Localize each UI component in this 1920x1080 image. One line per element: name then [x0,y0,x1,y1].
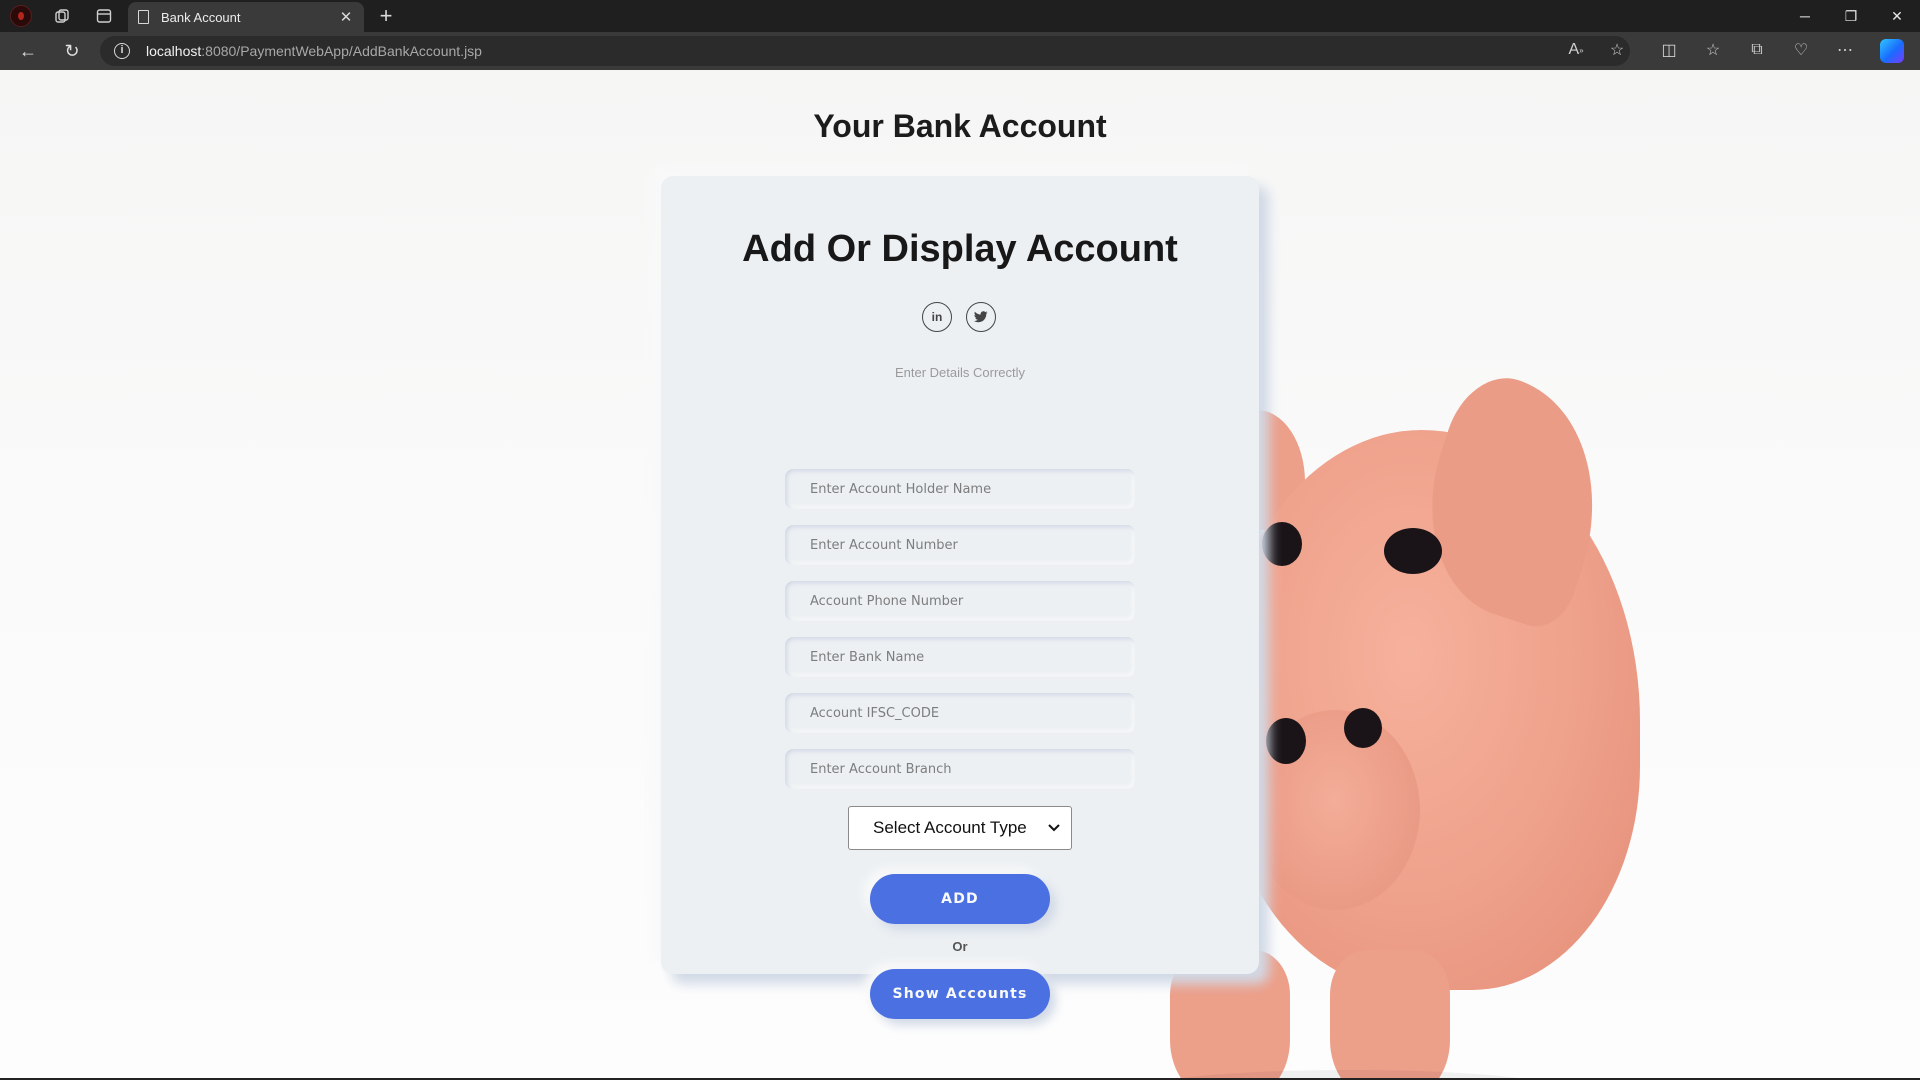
tab-bank-account[interactable]: Bank Account ✕ [128,2,364,32]
page-document-icon [138,10,149,24]
read-aloud-icon[interactable]: A» [1562,36,1590,64]
favorite-star-icon[interactable]: ☆ [1603,36,1631,64]
account-form-card: Add Or Display Account in Enter Details … [661,176,1259,1019]
add-button[interactable]: ADD [870,874,1050,924]
account-phone-input[interactable] [785,581,1135,621]
vertical-tabs-icon[interactable] [92,4,116,28]
or-separator: Or [952,939,968,954]
account-type-select[interactable]: Select Account Type [848,806,1072,850]
account-holder-name-input[interactable] [785,469,1135,509]
workspaces-icon[interactable] [50,4,74,28]
site-info-icon[interactable]: i [114,43,130,59]
account-branch-input[interactable] [785,749,1135,789]
form-instruction: Enter Details Correctly [894,365,1026,380]
close-window-icon[interactable]: ✕ [1874,0,1920,32]
address-bar[interactable]: i localhost :8080/PaymentWebApp/AddBankA… [100,36,1630,66]
browser-tab-strip: Bank Account ✕ + ─ ❐ ✕ [0,0,1920,32]
show-accounts-button[interactable]: Show Accounts [870,969,1050,1019]
profile-avatar-icon[interactable] [10,5,32,27]
more-options-icon[interactable]: ⋯ [1831,36,1859,64]
piggy-leg [1330,950,1450,1080]
collections-icon[interactable]: ⧉ [1743,36,1771,64]
back-icon[interactable]: ← [14,37,42,65]
piggy-nostril [1266,718,1306,764]
browser-essentials-icon[interactable]: ♡ [1787,36,1815,64]
account-number-input[interactable] [785,525,1135,565]
card-title: Add Or Display Account [742,228,1178,270]
copilot-icon[interactable] [1880,39,1904,63]
piggy-nostril [1344,708,1382,748]
url-host: localhost [146,43,202,59]
tab-title: Bank Account [161,9,241,25]
new-tab-icon[interactable]: + [374,3,398,29]
piggy-eye [1384,528,1442,574]
linkedin-icon[interactable]: in [922,302,952,332]
refresh-icon[interactable]: ↻ [58,37,86,65]
piggy-eye [1262,522,1302,566]
restore-icon[interactable]: ❐ [1828,0,1874,32]
split-screen-icon[interactable]: ◫ [1655,36,1683,64]
ifsc-code-input[interactable] [785,693,1135,733]
tab-close-icon[interactable]: ✕ [338,8,354,26]
page-title: Your Bank Account [813,108,1107,144]
favorites-icon[interactable]: ☆ [1699,36,1727,64]
browser-toolbar: ← ↻ i localhost :8080/PaymentWebApp/AddB… [0,32,1920,70]
bank-name-input[interactable] [785,637,1135,677]
twitter-icon[interactable] [966,302,996,332]
minimize-icon[interactable]: ─ [1782,0,1828,32]
url-path: :8080/PaymentWebApp/AddBankAccount.jsp [201,43,482,59]
page-viewport: Your Bank Account Add Or Display Account… [0,70,1920,1080]
account-type-select-value: Select Account Type [873,818,1027,837]
